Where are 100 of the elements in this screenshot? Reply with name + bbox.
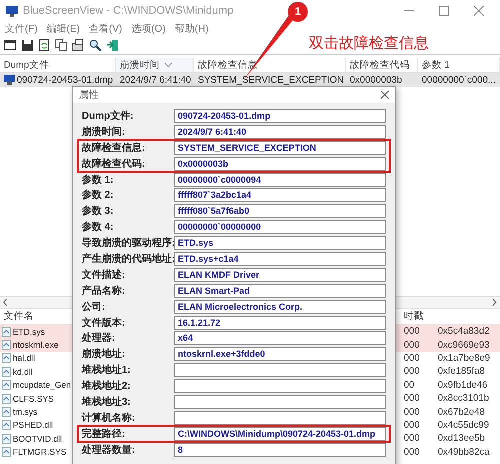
- field-label: 处理器数量:: [82, 444, 136, 457]
- monitor-icon: [6, 6, 18, 16]
- value-field[interactable]: SYSTEM_SERVICE_EXCEPTION: [174, 140, 386, 155]
- field-label: 堆栈地址3:: [82, 396, 132, 410]
- value-field[interactable]: 0x0000003b: [174, 156, 386, 171]
- menu-item[interactable]: 查看(V): [89, 22, 122, 36]
- table-cell: 00000000`c000...: [422, 74, 496, 86]
- table-cell: SYSTEM_SERVICE_EXCEPTION: [198, 74, 344, 86]
- file-icon: [2, 326, 11, 337]
- crash-row[interactable]: 090724-20453-01.dmp 2024/9/7 6:41:40 SYSTEM_SERVICE_EXCEPTION 0x0000003b 00000000`c000...: [0, 73, 500, 87]
- value-field[interactable]: fffff080`5a7f6ab0: [174, 204, 386, 218]
- window-icon[interactable]: [4, 38, 17, 52]
- table-cell: 090724-20453-01.dmp: [17, 74, 114, 86]
- exit-icon[interactable]: [106, 38, 119, 52]
- maximize-icon[interactable]: [439, 6, 449, 16]
- copy-icon[interactable]: [55, 38, 68, 52]
- field-label: 计算机名称:: [82, 412, 136, 425]
- file-name: FLTMGR.SYS: [13, 447, 67, 458]
- timestamp: 0xfe185fa8: [437, 366, 486, 378]
- field-label: 完整路径:: [82, 427, 126, 441]
- value-field[interactable]: ELAN Smart-Pad: [174, 284, 386, 298]
- file-name: hal.dll: [13, 353, 36, 364]
- table-cell: 0x0000003b: [350, 74, 402, 86]
- save-icon[interactable]: [21, 38, 34, 52]
- file-icon: [2, 380, 11, 390]
- file-icon: [2, 407, 11, 418]
- field-label: 堆栈地址2:: [82, 380, 132, 394]
- value-field[interactable]: 00000000`c0000094: [174, 172, 386, 187]
- field-label: 产品名称:: [82, 284, 126, 298]
- value-field[interactable]: ETD.sys+c1a4: [174, 252, 386, 266]
- value-field[interactable]: 2024/9/7 6:41:40: [174, 124, 386, 139]
- file-name: kd.dll: [13, 366, 33, 377]
- value-field[interactable]: 8: [174, 442, 386, 457]
- file-icon: [2, 447, 11, 458]
- file-icon: [2, 420, 11, 430]
- value-field[interactable]: [174, 410, 386, 425]
- value-field[interactable]: 16.1.21.72: [174, 316, 386, 330]
- value-field[interactable]: ETD.sys: [174, 236, 386, 250]
- table-cell-text: 000: [403, 420, 421, 431]
- menu-item[interactable]: 帮助(H): [174, 22, 209, 36]
- value-field[interactable]: 00000000`00000000: [174, 220, 386, 234]
- value-field[interactable]: [174, 379, 386, 394]
- value-field[interactable]: C:\WINDOWS\Minidump\090724-20453-01.dmp: [174, 426, 386, 441]
- field-label: 崩溃时间:: [82, 126, 126, 139]
- sort-icon: [165, 63, 172, 67]
- file-icon: [2, 340, 11, 350]
- properties-icon[interactable]: [72, 38, 85, 52]
- timestamp: 0x9fb1de46: [437, 380, 489, 391]
- timestamp: 0x1a7be8e9: [437, 352, 490, 364]
- table-cell-text: 000: [403, 340, 421, 351]
- field-label: 文件描述:: [82, 268, 126, 282]
- value-field[interactable]: ELAN Microelectronics Corp.: [174, 300, 386, 314]
- file-name: tm.sys: [13, 407, 38, 418]
- value-field[interactable]: [174, 363, 386, 378]
- timestamp: 0x8cc3101b: [437, 393, 490, 404]
- value-field[interactable]: ELAN KMDF Driver: [174, 268, 386, 282]
- table-cell-text: 00: [403, 380, 416, 391]
- table-cell-text: 000: [403, 406, 421, 418]
- file-icon: [2, 434, 11, 444]
- column-header[interactable]: 崩溃时间: [116, 58, 194, 72]
- dialog-title: 属性: [79, 88, 99, 102]
- refresh-icon[interactable]: [38, 38, 51, 52]
- window-title: BlueScreenView - C:\WINDOWS\Minidump: [23, 5, 234, 17]
- search-icon[interactable]: [89, 38, 102, 52]
- monitor-icon: [4, 75, 15, 85]
- field-label: 故障检查代码:: [82, 157, 146, 171]
- menu-item[interactable]: 文件(F): [5, 22, 38, 36]
- close-icon[interactable]: [381, 91, 389, 99]
- value-field[interactable]: fffff807`3a2bc1a4: [174, 188, 386, 202]
- table-cell: 2024/9/7 6:41:40: [120, 74, 192, 86]
- field-label: 参数 4:: [82, 220, 115, 234]
- field-label: 公司:: [82, 300, 106, 314]
- field-label: Dump文件:: [82, 110, 135, 123]
- field-label: 参数 2:: [82, 188, 115, 202]
- table-cell-text: 000: [403, 393, 421, 404]
- table-cell-text: 000: [403, 352, 421, 364]
- value-field[interactable]: x64: [174, 331, 386, 346]
- value-field[interactable]: [174, 395, 386, 410]
- timestamp: 0x49bb82ca: [437, 446, 490, 458]
- table-cell-text: 000: [403, 446, 421, 458]
- value-field[interactable]: 090724-20453-01.dmp: [174, 109, 386, 123]
- file-name: CLFS.SYS: [13, 394, 54, 404]
- table-cell-text: 000: [403, 433, 421, 444]
- close-icon[interactable]: [474, 6, 484, 16]
- column-header[interactable]: 时戳: [400, 310, 440, 323]
- field-label: 故障检查信息:: [82, 141, 146, 155]
- table-cell-text: 000: [403, 326, 421, 338]
- file-icon: [2, 394, 11, 404]
- timestamp: 0xd13ee5b: [437, 433, 486, 444]
- menu-item[interactable]: 选项(O): [131, 22, 166, 36]
- field-label: 参数 1:: [82, 174, 115, 187]
- table-cell-text: 000: [403, 366, 421, 378]
- field-label: 文件版本:: [82, 316, 126, 330]
- field-label: 堆栈地址1:: [82, 364, 132, 378]
- annotation-text: 双击故障检查信息: [309, 34, 429, 53]
- file-name: mcupdate_Gen: [13, 380, 72, 390]
- menu-item[interactable]: 编辑(E): [46, 22, 80, 36]
- value-field[interactable]: ntoskrnl.exe+3fdde0: [174, 347, 386, 362]
- file-icon: [2, 366, 11, 377]
- step-badge: 1: [288, 2, 308, 22]
